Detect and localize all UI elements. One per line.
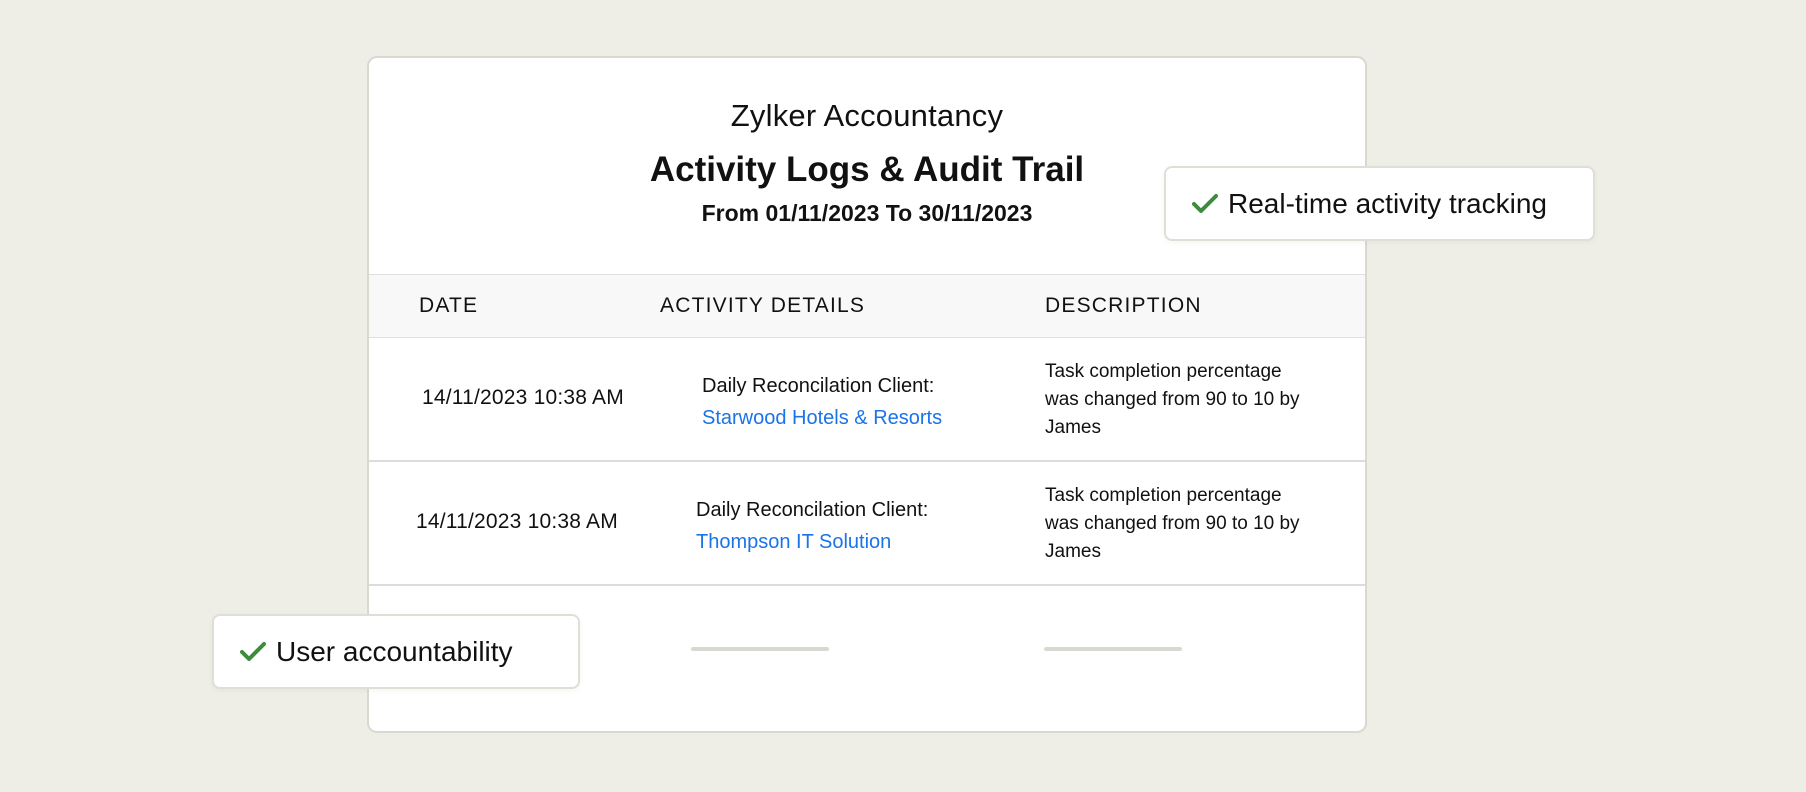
row-date: 14/11/2023 10:38 AM [416,510,618,533]
activity-prefix: Daily Reconcilation Client: [696,499,929,521]
client-link[interactable]: Starwood Hotels & Resorts [702,402,942,434]
feature-pill-realtime-tracking: Real-time activity tracking [1164,166,1595,241]
check-icon [1192,193,1218,213]
row-description: Task completion percentage was changed f… [1045,361,1300,438]
activity-prefix: Daily Reconcilation Client: [702,375,935,397]
table-header: DATE ACTIVITY DETAILS DESCRIPTION [369,274,1365,338]
row-activity: Daily Reconcilation Client: Starwood Hot… [702,370,942,434]
client-link[interactable]: Thompson IT Solution [696,526,928,558]
feature-label: User accountability [276,635,513,667]
table-row: 14/11/2023 10:38 AM Daily Reconcilation … [369,462,1365,586]
row-date: 14/11/2023 10:38 AM [422,386,624,409]
placeholder-line [691,647,829,651]
column-header-description: DESCRIPTION [1045,294,1202,317]
feature-label: Real-time activity tracking [1228,187,1547,219]
check-icon [240,641,266,661]
company-name: Zylker Accountancy [730,98,1004,133]
table-row: 14/11/2023 10:38 AM Daily Reconcilation … [369,338,1365,462]
column-header-activity: ACTIVITY DETAILS [660,294,866,317]
placeholder-line [1044,647,1182,651]
feature-pill-user-accountability: User accountability [212,614,580,689]
row-description: Task completion percentage was changed f… [1045,485,1300,562]
row-activity: Daily Reconcilation Client: Thompson IT … [696,494,928,558]
column-header-date: DATE [419,294,479,317]
